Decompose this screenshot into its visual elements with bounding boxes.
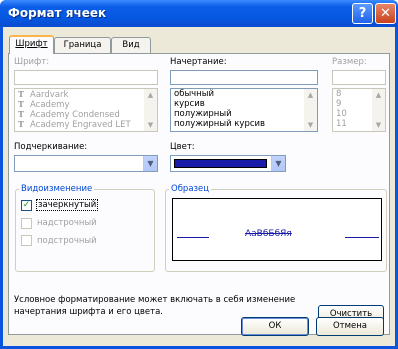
color-label: Цвет:	[170, 142, 195, 152]
font-tab-panel: Шрифт: T Aardvark T Academy T Academy Conde…	[8, 53, 390, 335]
cancel-button[interactable]: Отмена	[316, 317, 384, 336]
ok-button-label: ОК	[268, 321, 282, 331]
dialog-body: Шрифт Граница Вид Шрифт: T Aardvark T Acad…	[3, 27, 395, 346]
truetype-icon: T	[18, 99, 24, 109]
scroll-up-icon[interactable]: ▲	[304, 89, 317, 101]
preview-group-title: Образец	[169, 184, 212, 194]
ok-button[interactable]: ОК	[241, 317, 309, 336]
preview-baseline-left	[177, 237, 209, 238]
font-item-label: Academy Engraved LET	[30, 120, 131, 130]
color-dropdown[interactable]: ▼	[170, 155, 286, 172]
size-input[interactable]	[332, 70, 386, 85]
font-input[interactable]	[14, 70, 158, 85]
checkmark-icon: ✓	[22, 200, 31, 210]
strikethrough-checkbox[interactable]: ✓	[21, 200, 32, 211]
chevron-down-icon[interactable]: ▼	[143, 156, 157, 171]
font-list-scrollbar[interactable]: ▲ ▼	[144, 89, 157, 131]
list-item[interactable]: полужирный курсив	[171, 119, 317, 129]
info-text-line2: начертания шрифта и его цвета.	[14, 307, 164, 317]
help-button[interactable]: ?	[352, 3, 373, 24]
info-text-line1: Условное форматирование может включать в…	[14, 295, 296, 305]
truetype-icon: T	[18, 119, 24, 129]
preview-baseline-right	[345, 237, 379, 238]
preview-box: АаВбБбЯя	[172, 198, 382, 261]
scroll-up-icon[interactable]: ▲	[144, 89, 157, 101]
title-bar[interactable]: Формат ячеек ? ✕	[0, 0, 398, 27]
list-item[interactable]: T Aardvark	[15, 89, 157, 100]
font-label: Шрифт:	[14, 57, 50, 67]
tab-fill[interactable]: Вид	[111, 37, 151, 54]
list-item[interactable]: полужирный	[171, 109, 317, 119]
list-item[interactable]: курсив	[171, 99, 317, 109]
underline-label: Подчеркивание:	[14, 142, 88, 152]
color-swatch	[174, 159, 267, 168]
scroll-up-icon[interactable]: ▲	[372, 89, 385, 101]
effects-group-title: Видоизменение	[19, 184, 95, 194]
style-list-scrollbar[interactable]: ▲ ▼	[304, 89, 317, 131]
scroll-down-icon[interactable]: ▼	[372, 119, 385, 131]
subscript-checkbox[interactable]	[21, 235, 32, 246]
strikethrough-label[interactable]: зачеркнутый	[35, 199, 99, 211]
tab-font-label: Шрифт	[15, 39, 48, 49]
style-list[interactable]: обычный курсив полужирный полужирный кур…	[170, 88, 318, 132]
scroll-down-icon[interactable]: ▼	[304, 119, 317, 131]
tab-font[interactable]: Шрифт	[9, 35, 54, 54]
subscript-label: подстрочный	[37, 236, 97, 246]
list-item[interactable]: обычный	[171, 89, 317, 99]
dialog-title: Формат ячеек	[8, 6, 107, 20]
tab-border-label: Граница	[63, 40, 102, 50]
underline-dropdown[interactable]: ▼	[14, 155, 158, 172]
preview-text: АаВбБбЯя	[245, 229, 292, 239]
format-cells-dialog: Формат ячеек ? ✕ Шрифт Граница Вид Шрифт…	[0, 0, 398, 349]
chevron-down-icon[interactable]: ▼	[271, 156, 285, 171]
truetype-icon: T	[18, 109, 24, 119]
size-label: Размер:	[332, 57, 367, 67]
style-label: Начертание:	[170, 57, 227, 67]
superscript-checkbox[interactable]	[21, 218, 32, 229]
list-item[interactable]: T Academy	[15, 99, 157, 110]
close-icon: ✕	[380, 6, 391, 21]
help-icon: ?	[358, 6, 367, 21]
size-list-scrollbar[interactable]: ▲ ▼	[372, 89, 385, 131]
font-list[interactable]: T Aardvark T Academy T Academy Condensed TA…	[14, 88, 158, 132]
cancel-button-label: Отмена	[332, 321, 368, 331]
close-button[interactable]: ✕	[375, 3, 396, 24]
tab-border[interactable]: Граница	[54, 37, 111, 54]
truetype-icon: T	[18, 89, 24, 99]
scroll-down-icon[interactable]: ▼	[144, 119, 157, 131]
tab-fill-label: Вид	[122, 40, 140, 50]
style-input[interactable]	[170, 70, 318, 85]
list-item[interactable]: T Academy Engraved LET	[15, 119, 157, 130]
size-list[interactable]: 8 9 10 11 ▲ ▼	[332, 88, 386, 132]
list-item[interactable]: T Academy Condensed	[15, 109, 157, 120]
superscript-label: надстрочный	[37, 218, 97, 228]
